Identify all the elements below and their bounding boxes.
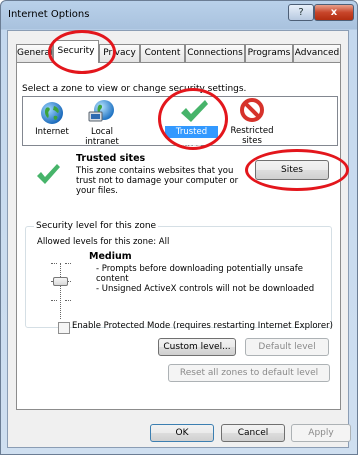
security-level-slider-track[interactable]	[60, 263, 62, 319]
description-line: your files.	[76, 186, 118, 196]
security-level-slider-thumb[interactable]	[53, 277, 68, 286]
checkmark-icon	[37, 164, 60, 184]
close-icon: x	[330, 7, 338, 18]
custom-level-button[interactable]: Custom level...	[158, 338, 236, 356]
selected-zone-description: This zone contains websites that you tru…	[76, 166, 238, 196]
zone-label-restricted: Restricted sites	[227, 126, 277, 146]
close-button[interactable]: x	[314, 4, 354, 21]
description-line: trust not to damage your computer or	[76, 176, 239, 186]
help-icon: ?	[298, 7, 304, 18]
level-bullet: - Unsigned ActiveX controls will not be …	[96, 284, 315, 294]
description-line: This zone contains websites that you	[76, 166, 234, 176]
default-level-button: Default level	[245, 338, 329, 356]
help-button[interactable]: ?	[288, 4, 314, 21]
tab-content[interactable]: Content	[140, 44, 185, 62]
tab-privacy[interactable]: Privacy	[99, 44, 140, 62]
title-bar[interactable]: Internet Options ? x	[1, 1, 357, 31]
window-title: Internet Options	[8, 9, 90, 20]
globe-icon	[41, 102, 63, 124]
zone-label-internet: Internet	[35, 127, 69, 137]
protected-mode-checkbox[interactable]	[58, 322, 70, 334]
tab-label: Privacy	[103, 48, 136, 58]
intranet-globe-icon	[88, 100, 114, 122]
tab-general[interactable]: General	[16, 44, 53, 62]
allowed-levels-text: Allowed levels for this zone: All	[37, 237, 170, 247]
zone-restricted-sites[interactable]	[240, 98, 264, 122]
zone-trusted-sites[interactable]	[179, 98, 209, 126]
tab-label: Security	[57, 46, 95, 56]
tab-connections[interactable]: Connections	[185, 44, 245, 62]
checkmark-icon	[181, 100, 208, 122]
slider-tick	[65, 263, 71, 265]
cancel-button[interactable]: Cancel	[221, 424, 285, 442]
tab-label: Programs	[247, 48, 291, 58]
slider-tick	[51, 300, 57, 302]
level-bullet: - Prompts before downloading potentially…	[96, 264, 303, 274]
zone-local-intranet[interactable]	[88, 99, 116, 125]
reset-all-zones-button: Reset all zones to default level	[168, 364, 330, 382]
ok-button[interactable]: OK	[150, 424, 214, 442]
sites-button[interactable]: Sites	[255, 160, 329, 180]
selected-zone-icon	[36, 162, 60, 188]
protected-mode-label: Enable Protected Mode (requires restarti…	[72, 321, 333, 331]
slider-tick	[51, 263, 57, 265]
slider-tick	[65, 300, 71, 302]
tab-programs[interactable]: Programs	[245, 44, 293, 62]
tab-label: General	[17, 48, 53, 58]
tab-label: Content	[144, 48, 181, 58]
tab-security[interactable]: Security	[53, 40, 99, 63]
no-entry-icon	[240, 98, 264, 122]
security-level-name: Medium	[89, 251, 132, 262]
tab-advanced[interactable]: Advanced	[293, 44, 341, 62]
tab-label: Advanced	[294, 48, 340, 58]
security-level-bullets: - Prompts before downloading potentially…	[96, 264, 314, 294]
security-level-group-label: Security level for this zone	[34, 221, 159, 231]
zone-prompt: Select a zone to view or change security…	[22, 84, 247, 94]
zone-internet[interactable]	[40, 101, 64, 125]
zone-label-restricted-line1: Restricted	[230, 126, 274, 136]
zone-label-trusted-sites: Trusted sites	[165, 126, 218, 149]
selected-zone-title: Trusted sites	[76, 153, 146, 164]
zone-label-local-intranet: Local intranet	[85, 127, 119, 147]
zone-label-restricted-line2: sites	[242, 136, 262, 146]
tab-label: Connections	[187, 48, 243, 58]
level-bullet: content	[96, 274, 129, 284]
apply-button: Apply	[291, 424, 351, 442]
